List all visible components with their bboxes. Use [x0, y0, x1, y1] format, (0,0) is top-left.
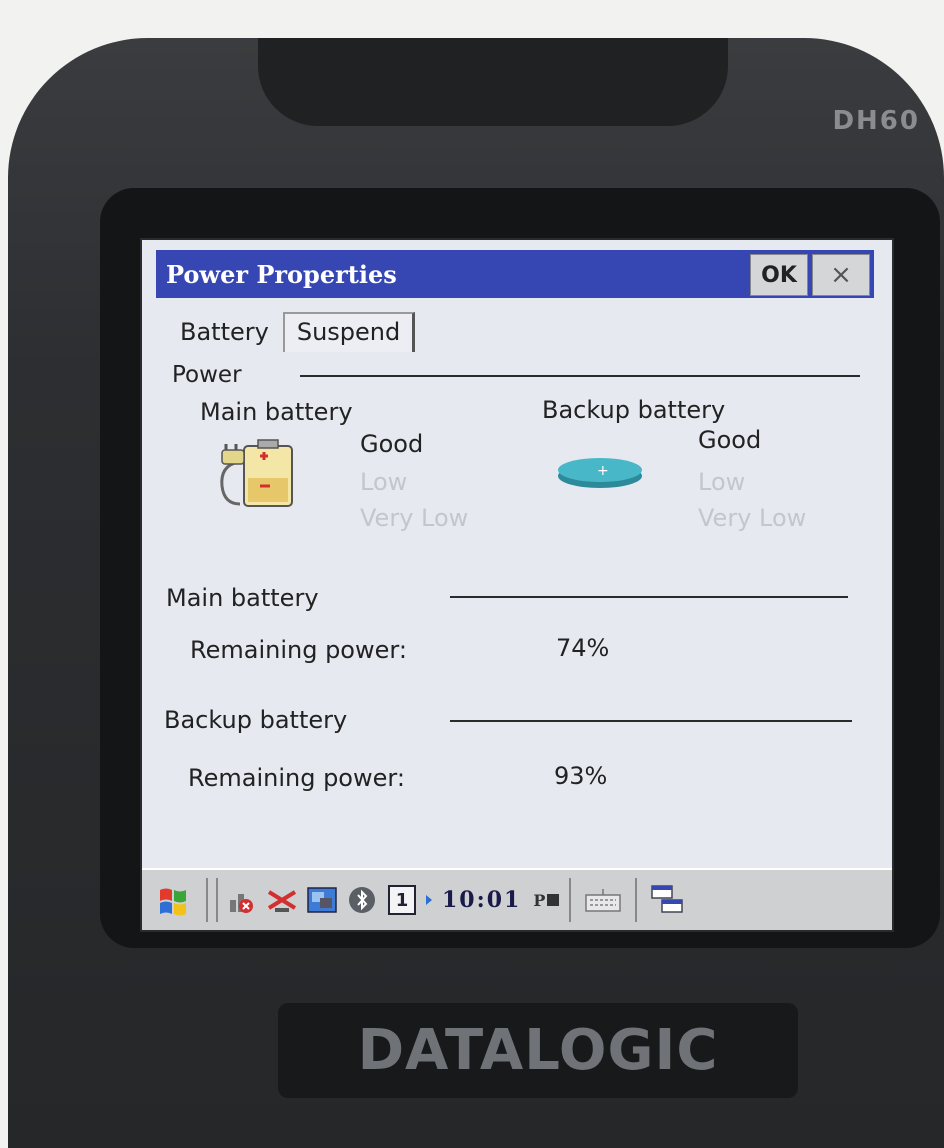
network-disconnected-icon[interactable] [222, 877, 262, 923]
sync-icon[interactable] [302, 877, 342, 923]
close-button[interactable]: × [812, 254, 870, 296]
clock-ampm: P [533, 890, 546, 910]
main-battery-divider [450, 596, 848, 598]
tab-suspend[interactable]: Suspend [282, 312, 416, 352]
svg-text:+: + [597, 463, 609, 479]
windows-flag-icon [160, 888, 186, 916]
main-remaining-label: Remaining power: [190, 636, 407, 664]
tab-strip: Battery Suspend [166, 312, 416, 352]
tab-battery[interactable]: Battery [166, 312, 283, 352]
wifi-off-icon[interactable] [262, 877, 302, 923]
start-button[interactable] [146, 877, 202, 923]
backup-remaining-value: 93% [554, 762, 608, 790]
main-state-low: Low [360, 468, 408, 496]
main-state-very-low: Very Low [360, 504, 469, 532]
backup-coin-battery-icon: + [558, 458, 642, 488]
taskbar-separator [216, 878, 218, 922]
power-section-divider [300, 375, 860, 377]
taskbar-separator [206, 878, 208, 922]
brand-plate: DATALOGIC [278, 1003, 798, 1098]
window-title: Power Properties [166, 259, 397, 289]
main-battery-heading: Main battery [200, 398, 353, 426]
main-remaining-value: 74% [556, 634, 610, 662]
clock-time: 10:01 [442, 887, 522, 913]
backup-state-very-low: Very Low [698, 504, 807, 532]
device-model-label: DH60 [832, 106, 920, 136]
backup-battery-section-label: Backup battery [164, 706, 348, 734]
window-titlebar: Power Properties OK × [156, 250, 874, 298]
backup-battery-heading: Backup battery [542, 396, 726, 424]
clock-ampm-block [547, 894, 560, 906]
clock[interactable]: 10:01 P [442, 877, 560, 923]
keyboard-icon[interactable] [575, 877, 631, 923]
main-state-good: Good [360, 430, 424, 458]
power-section-label: Power [172, 362, 242, 388]
input-panel-number: 1 [388, 885, 416, 915]
backup-state-good: Good [698, 426, 762, 454]
brand-logo: DATALOGIC [357, 1018, 719, 1083]
taskbar-separator [635, 878, 638, 922]
bluetooth-icon[interactable] [342, 877, 382, 923]
main-battery-plugged-icon [220, 439, 293, 507]
main-battery-section-label: Main battery [166, 584, 319, 612]
ok-button[interactable]: OK [750, 254, 808, 296]
taskbar: 1 10:01 P [142, 868, 892, 930]
taskbar-separator [569, 878, 572, 922]
expand-arrow-icon[interactable] [422, 877, 436, 923]
input-panel-indicator[interactable]: 1 [382, 877, 422, 923]
device-screen: Power Properties OK × Battery Suspend Po… [140, 238, 894, 932]
desktop-windows-icon[interactable] [641, 877, 693, 923]
backup-state-low: Low [698, 468, 746, 496]
device-speaker-notch [258, 38, 728, 126]
backup-battery-divider [450, 720, 852, 722]
backup-remaining-label: Remaining power: [188, 764, 405, 792]
